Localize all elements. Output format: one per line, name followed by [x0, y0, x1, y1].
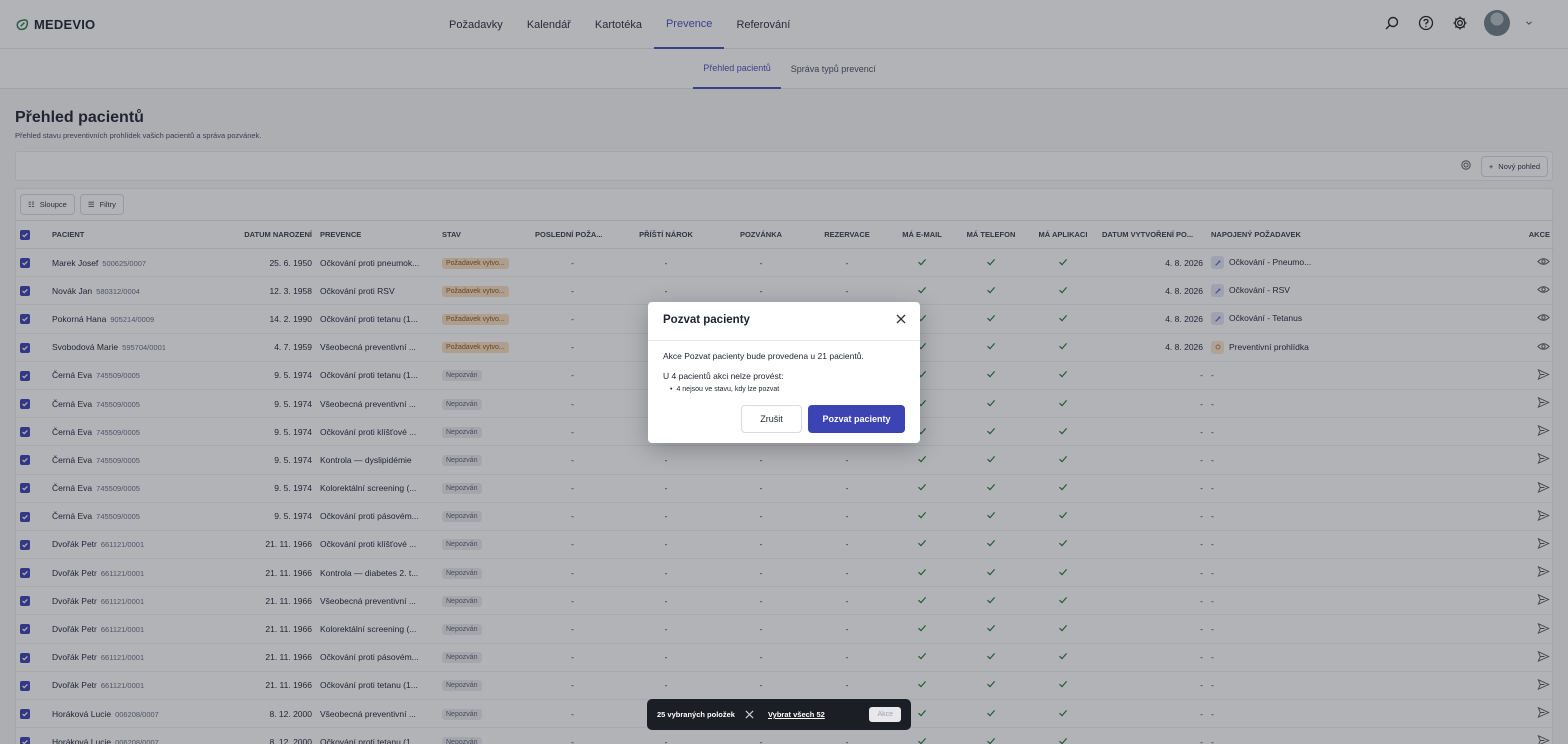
- select-all-link[interactable]: Vybrat všech 52: [768, 710, 825, 719]
- selected-count: 25 vybraných položek: [657, 710, 735, 719]
- dialog-summary: Akce Pozvat pacienty bude provedena u 21…: [663, 351, 864, 361]
- close-icon[interactable]: [896, 313, 908, 325]
- bulk-action-button[interactable]: Akce: [869, 707, 901, 722]
- invite-patients-button[interactable]: Pozvat pacienty: [808, 405, 905, 433]
- cancel-button[interactable]: Zrušit: [741, 405, 802, 433]
- clear-selection-icon[interactable]: [745, 708, 754, 722]
- dialog-title: Pozvat pacienty: [663, 314, 750, 326]
- dialog-warning: U 4 pacientů akci nelze provést:: [663, 371, 784, 381]
- bulk-selection-bar: 25 vybraných položek Vybrat všech 52 Akc…: [647, 699, 911, 730]
- dialog-divider: [648, 340, 920, 341]
- dialog-reason: 4 nejsou ve stavu, kdy lze pozvat: [670, 386, 779, 393]
